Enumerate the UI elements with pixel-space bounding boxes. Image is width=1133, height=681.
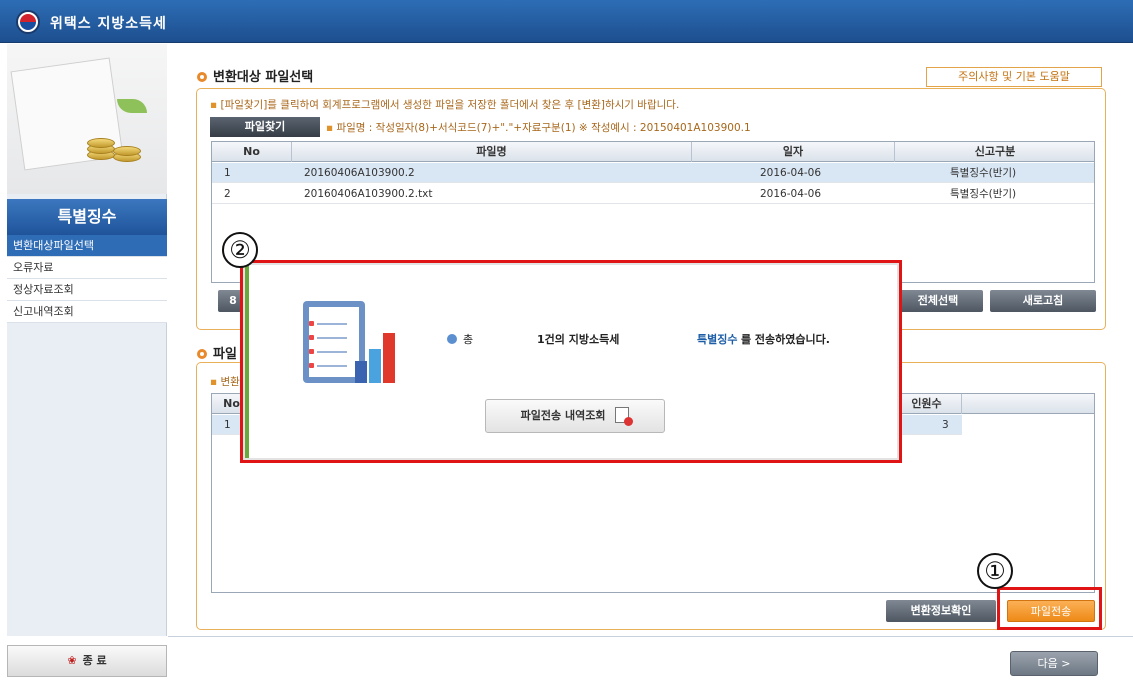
verify-conversion-button[interactable]: 변환정보확인	[886, 600, 996, 622]
cell-file-name: 20160406A103900.2.txt	[304, 188, 433, 200]
exit-label: 종 료	[82, 654, 107, 667]
next-button[interactable]: 다음 >	[1010, 651, 1098, 676]
document-add-icon	[615, 407, 634, 426]
title-bar: 위택스 지방소득세	[0, 0, 1133, 43]
transfer-notice-text: 변환	[220, 376, 240, 388]
cell-no: 2	[224, 188, 231, 200]
sidebar-item-file-select[interactable]: 변환대상파일선택	[7, 235, 167, 257]
cell-file-name: 20160406A103900.2	[304, 167, 415, 179]
cell-date: 2016-04-06	[760, 167, 822, 179]
leaf-graphic	[117, 99, 147, 113]
transfer-notice: ▪ 변환	[210, 376, 240, 388]
refresh-button[interactable]: 새로고침	[990, 290, 1096, 312]
prefix-text: 총	[463, 333, 474, 346]
cell-report-type: 특별징수(반기)	[950, 167, 1017, 179]
popup-message-prefix: 총	[447, 331, 473, 347]
col-report-type: 신고구분	[974, 145, 1016, 158]
section-title-file-transfer: 파일	[197, 343, 237, 362]
message-bullet-icon	[447, 334, 457, 344]
cell-date: 2016-04-06	[760, 188, 822, 200]
sidebar: 특별징수 변환대상파일선택 오류자료 정상자료조회 신고내역조회	[7, 44, 167, 636]
exit-button[interactable]: ❀ 종 료	[7, 645, 167, 677]
section-title-text: 변환대상 파일선택	[213, 70, 314, 85]
col-file-name: 파일명	[292, 142, 692, 162]
suffix-text: 를 전송하였습니다.	[740, 333, 830, 346]
file-list-table: No 파일명 일자 신고구분 1 20160406A103900.2 2016-…	[211, 141, 1095, 283]
annotation-number-1: ①	[977, 553, 1013, 589]
cell-report-type: 특별징수(반기)	[950, 188, 1017, 200]
count-text: 1건의 지방소득세	[537, 333, 620, 346]
annotation-number-2: ②	[222, 232, 258, 268]
select-all-button[interactable]: 전체선택	[893, 290, 983, 312]
sidebar-section-title: 특별징수	[7, 199, 167, 235]
sidebar-banner-image	[7, 44, 167, 194]
coins-icon	[87, 124, 147, 164]
sidebar-item-error-data[interactable]: 오류자료	[7, 257, 167, 279]
highlight-text: 특별징수	[697, 333, 738, 346]
section-bullet-icon	[197, 349, 207, 359]
flower-icon: ❀	[67, 654, 77, 667]
send-complete-popup: 총 1건의 지방소득세 특별징수 를 전송하였습니다. 파일전송 내역조회	[243, 263, 899, 460]
file-hint-text: 파일명 : 작성일자(8)+서식코드(7)+"."+자료구분(1) ※ 작성예시…	[336, 122, 751, 134]
col-date: 일자	[692, 142, 895, 162]
sidebar-menu: 변환대상파일선택 오류자료 정상자료조회 신고내역조회	[7, 235, 167, 323]
history-button-label: 파일전송 내역조회	[520, 409, 606, 422]
clipboard-chart-icon	[303, 297, 403, 391]
find-file-button[interactable]: 파일찾기	[210, 117, 320, 137]
col-people: 인원수	[892, 394, 962, 414]
sidebar-item-report-history[interactable]: 신고내역조회	[7, 301, 167, 323]
section-bullet-icon	[197, 72, 207, 82]
table-row[interactable]: 2 20160406A103900.2.txt 2016-04-06 특별징수(…	[212, 184, 1094, 204]
popup-message-type: 특별징수 를 전송하였습니다.	[697, 331, 830, 347]
annotation-box-1	[997, 587, 1102, 630]
file-select-notice: ▪ [파일찾기]를 클릭하여 회계프로그램에서 생성한 파일을 저장한 폴더에서…	[210, 99, 680, 111]
app-title: 위택스 지방소득세	[50, 16, 167, 32]
help-button[interactable]: 주의사항 및 기본 도움말	[926, 67, 1102, 87]
col-no: No	[212, 142, 292, 162]
wetax-logo-icon	[16, 10, 40, 34]
bottom-bar: 다음 >	[168, 636, 1133, 681]
file-name-hint: ▪ 파일명 : 작성일자(8)+서식코드(7)+"."+자료구분(1) ※ 작성…	[326, 122, 751, 134]
cell-no: 1	[224, 419, 231, 431]
cell-people: 3	[942, 419, 949, 431]
popup-message-count: 1건의 지방소득세	[537, 331, 619, 347]
section-title-text: 파일	[213, 347, 237, 362]
notice-text: [파일찾기]를 클릭하여 회계프로그램에서 생성한 파일을 저장한 폴더에서 찾…	[220, 99, 680, 111]
sidebar-item-normal-data[interactable]: 정상자료조회	[7, 279, 167, 301]
transfer-history-button[interactable]: 파일전송 내역조회	[485, 399, 665, 433]
popup-edge	[245, 265, 249, 458]
section-title-file-select: 변환대상 파일선택	[197, 66, 313, 85]
table-header: No 파일명 일자 신고구분	[212, 142, 1094, 162]
cell-no: 1	[224, 167, 231, 179]
table-row[interactable]: 1 20160406A103900.2 2016-04-06 특별징수(반기)	[212, 163, 1094, 183]
